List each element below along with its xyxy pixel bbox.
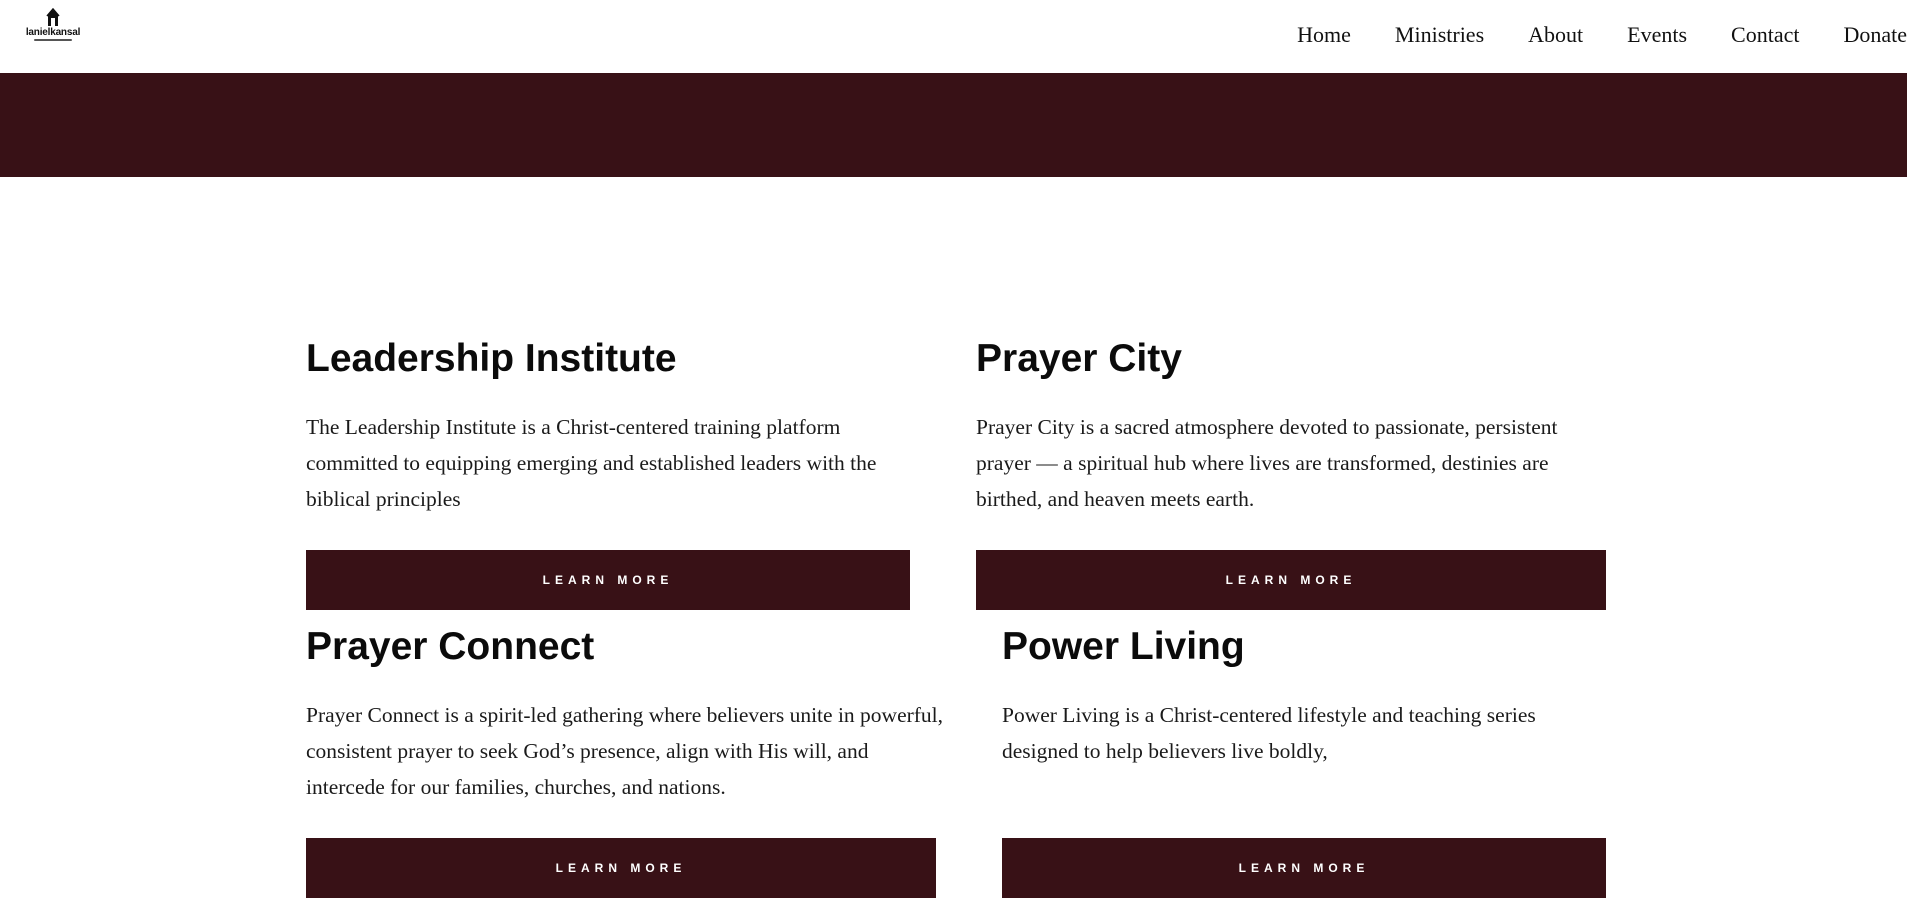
- prayer-connect-description: Prayer Connect is a spirit-led gathering…: [306, 703, 944, 799]
- logo-tagline: [34, 39, 72, 41]
- leadership-institute-learn-more-button[interactable]: LEARN MORE: [306, 550, 910, 610]
- house-logo-icon: [46, 8, 60, 26]
- prayer-connect-title: Prayer Connect: [306, 625, 595, 668]
- leadership-institute-description: The Leadership Institute is a Christ-cen…: [306, 415, 877, 511]
- leadership-institute-title: Leadership Institute: [306, 337, 677, 380]
- site-header: lanielkansal Home Ministries About Event…: [0, 0, 1907, 73]
- prayer-connect-learn-more-button[interactable]: LEARN MORE: [306, 838, 936, 898]
- main-nav: Home Ministries About Events Contact Don…: [1297, 20, 1907, 50]
- nav-ministries[interactable]: Ministries: [1395, 20, 1484, 50]
- nav-contact[interactable]: Contact: [1731, 20, 1799, 50]
- prayer-city-description: Prayer City is a sacred atmosphere devot…: [976, 415, 1558, 511]
- site-logo[interactable]: lanielkansal: [24, 8, 82, 42]
- hero-banner: [0, 73, 1907, 177]
- power-living-title: Power Living: [1002, 625, 1245, 668]
- nav-donate[interactable]: Donate: [1843, 20, 1907, 50]
- power-living-description: Power Living is a Christ-centered lifest…: [1002, 703, 1536, 763]
- nav-about[interactable]: About: [1528, 20, 1583, 50]
- prayer-city-title: Prayer City: [976, 337, 1182, 380]
- nav-events[interactable]: Events: [1627, 20, 1687, 50]
- prayer-city-learn-more-button[interactable]: LEARN MORE: [976, 550, 1606, 610]
- nav-home[interactable]: Home: [1297, 20, 1351, 50]
- logo-text: lanielkansal: [25, 27, 81, 38]
- power-living-learn-more-button[interactable]: LEARN MORE: [1002, 838, 1606, 898]
